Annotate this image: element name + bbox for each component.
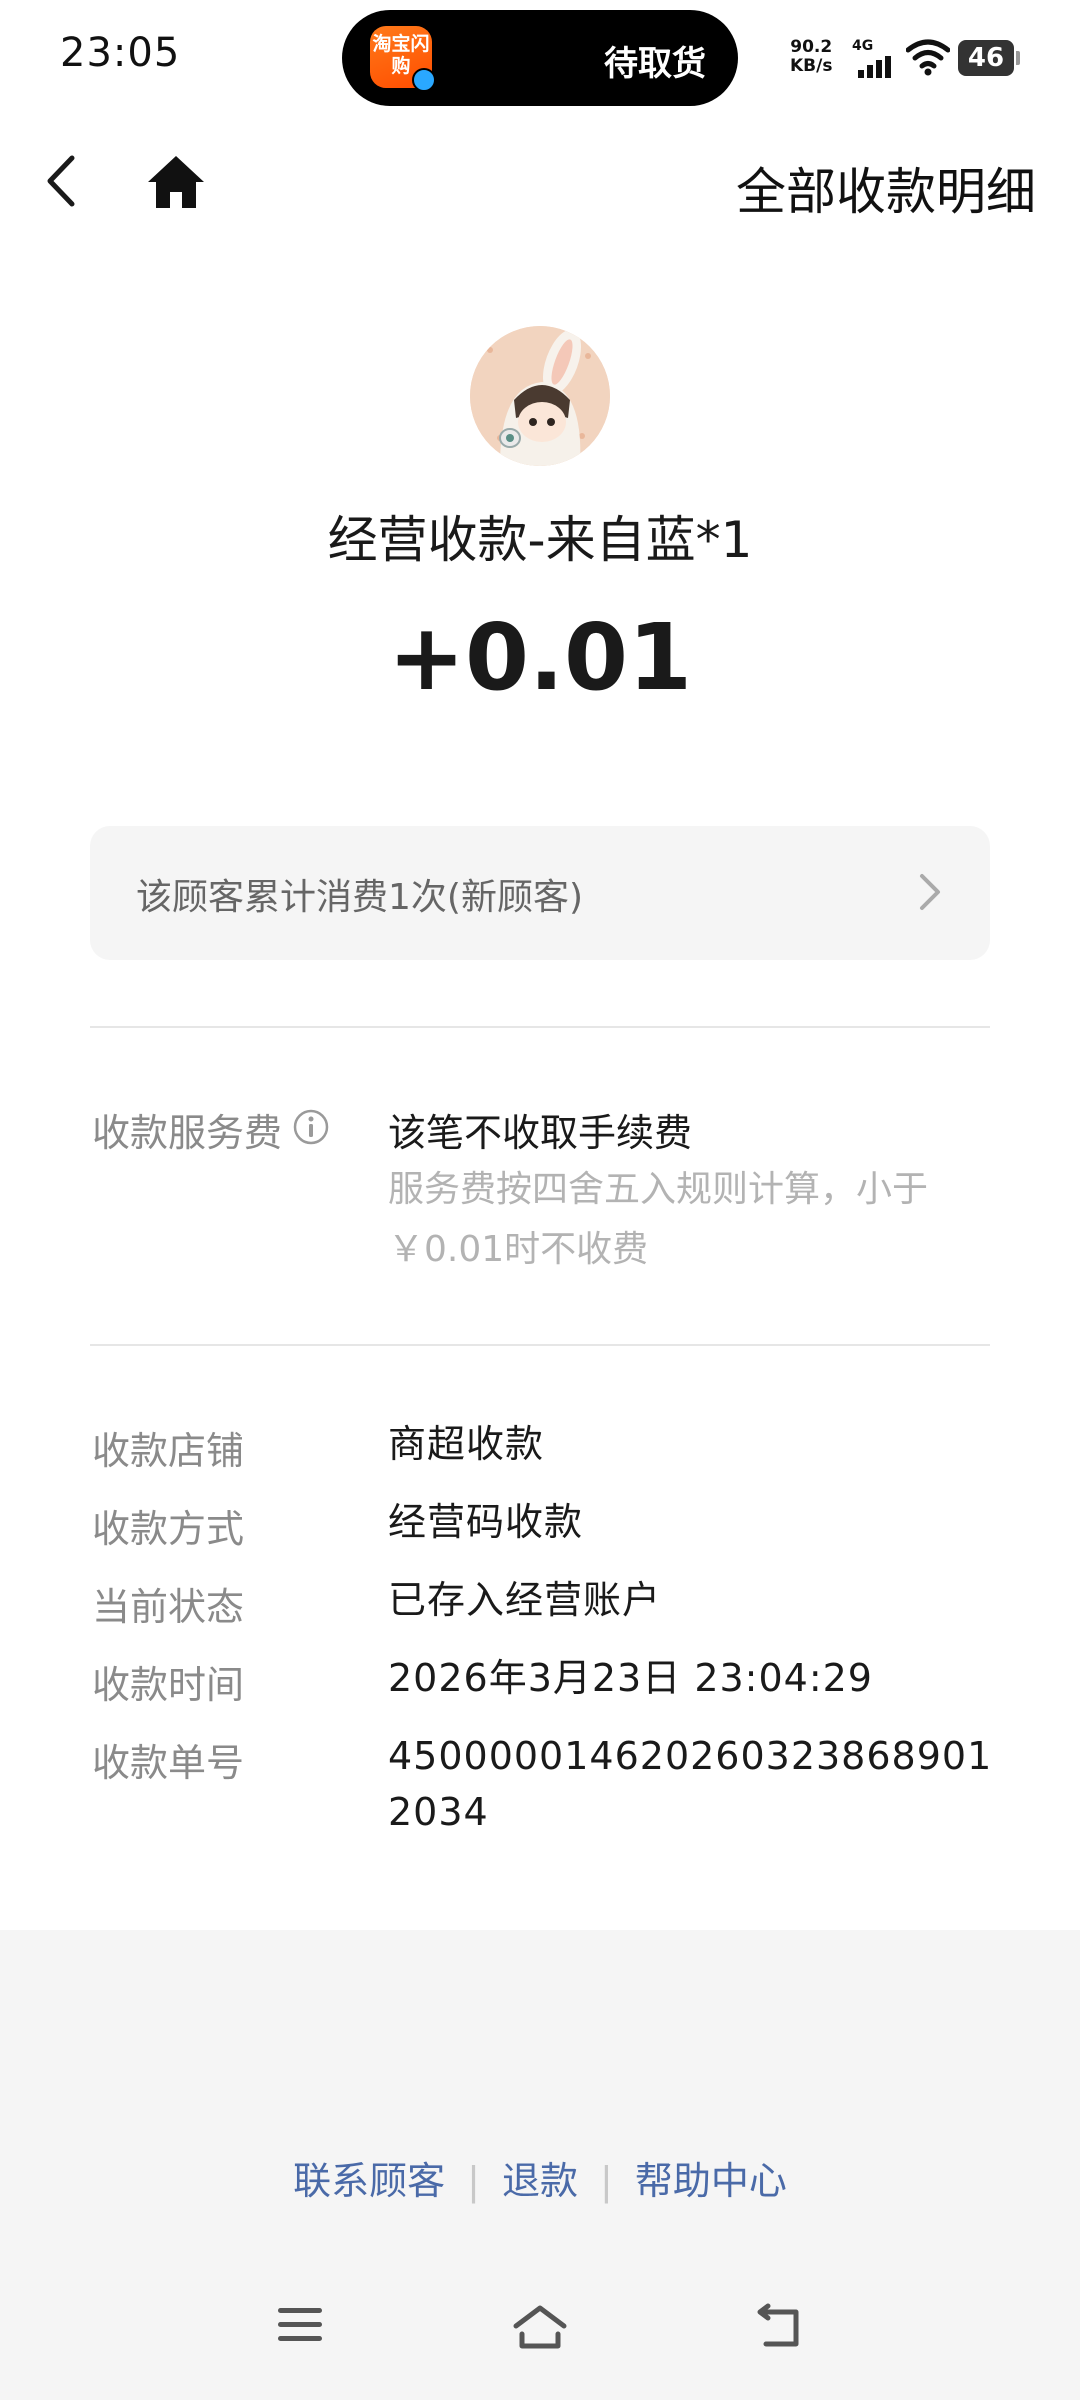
home-nav-icon[interactable] (510, 2302, 570, 2352)
all-receipts-link[interactable]: 全部收款明细 (736, 152, 1036, 224)
status-label: 当前状态 (92, 1585, 245, 1629)
store-value: 商超收款 (388, 1422, 545, 1466)
home-icon (148, 156, 204, 208)
battery-level: 46 (967, 43, 1005, 73)
service-fee-note: 服务费按四舍五入规则计算，小于￥0.01时不收费 (388, 1169, 929, 1270)
menu-icon[interactable] (274, 2302, 326, 2348)
dynamic-island[interactable]: 淘宝闪购 待取货 (342, 10, 738, 106)
payment-method-value: 经营码收款 (388, 1500, 584, 1544)
wifi-icon (906, 39, 950, 76)
system-nav-bar (0, 2290, 1080, 2380)
home-button[interactable] (144, 150, 208, 214)
chevron-left-icon (47, 155, 75, 207)
back-button[interactable] (36, 148, 96, 214)
network-speed-value: 90.2 (790, 37, 833, 57)
service-fee-label: 收款服务费 (92, 1111, 283, 1155)
payment-time-value: 2026年3月23日 23:04:29 (388, 1656, 873, 1700)
separator: | (600, 2159, 613, 2203)
store-label: 收款店铺 (92, 1429, 245, 1473)
contact-customer-link[interactable]: 联系顾客 (293, 2159, 445, 2203)
payer-name: 经营收款-来自蓝*1 (327, 511, 753, 569)
payment-time-label: 收款时间 (92, 1663, 245, 1707)
status-bar: 23:05 淘宝闪购 待取货 90.2 KB/s 4G 46 (0, 0, 1080, 118)
service-fee-value: 该笔不收取手续费 (388, 1111, 693, 1155)
refund-link[interactable]: 退款 (502, 2159, 578, 2203)
section-divider (90, 1344, 990, 1346)
payment-method-label: 收款方式 (92, 1507, 245, 1551)
status-value: 已存入经营账户 (388, 1578, 662, 1622)
order-number-label: 收款单号 (92, 1741, 245, 1785)
order-number-value[interactable]: 450000014620260323868901 2034 (388, 1728, 1008, 1840)
cellular-signal-icon: 4G (852, 38, 894, 80)
taobao-shangou-app-icon: 淘宝闪购 (370, 26, 436, 92)
help-center-link[interactable]: 帮助中心 (635, 2159, 787, 2203)
customer-summary: 该顾客累计消费1次(新顾客) (136, 877, 583, 918)
network-speed-unit: KB/s (790, 56, 833, 76)
nav-header: 全部收款明细 (0, 118, 1080, 248)
battery-icon: 46 (958, 40, 1020, 76)
footer-links: 联系顾客 | 退款 | 帮助中心 (0, 2150, 1080, 2205)
payment-amount: +0.01 (387, 604, 693, 711)
back-nav-icon[interactable] (754, 2302, 806, 2352)
payer-avatar (470, 326, 610, 466)
section-divider (90, 1026, 990, 1028)
island-status-text: 待取货 (604, 44, 706, 84)
status-time: 23:05 (60, 30, 181, 76)
network-speed: 90.2 KB/s (790, 38, 832, 76)
info-icon[interactable] (292, 1108, 330, 1146)
network-type: 4G (852, 38, 874, 54)
customer-history-card[interactable]: 该顾客累计消费1次(新顾客) (90, 826, 990, 960)
chevron-right-icon (920, 874, 940, 910)
separator: | (467, 2159, 480, 2203)
app-badge-icon (412, 68, 436, 92)
